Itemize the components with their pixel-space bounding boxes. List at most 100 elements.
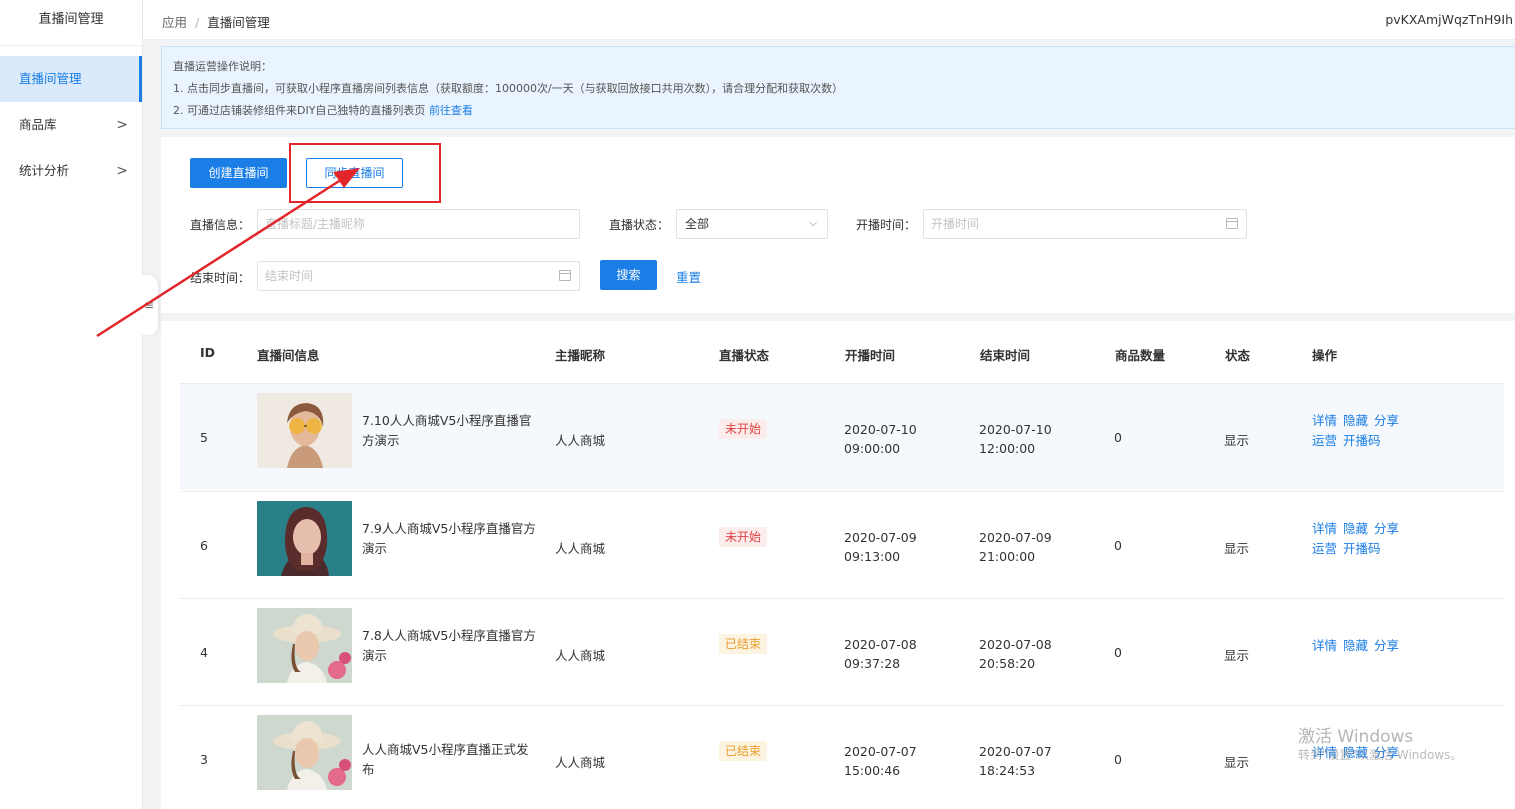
menu-icon: ≡ [143, 298, 155, 312]
operate-link[interactable]: 运营 [1312, 541, 1337, 556]
user-id[interactable]: pvKXAmjWqzTnH9Ih [1385, 12, 1513, 27]
room-cover-image [257, 715, 352, 790]
detail-link[interactable]: 详情 [1312, 638, 1337, 653]
breadcrumb-separator: / [195, 15, 200, 30]
operate-link[interactable]: 运营 [1312, 433, 1337, 448]
cell-id: 4 [200, 645, 208, 660]
view-link[interactable]: 前往查看 [429, 104, 473, 117]
cell-anchor: 人人商城 [555, 755, 606, 770]
room-title: 7.8人人商城V5小程序直播官方演示 [362, 628, 536, 663]
end-clock: 12:00:00 [979, 441, 1036, 456]
end-time-input[interactable] [257, 261, 580, 291]
room-title: 人人商城V5小程序直播正式发布 [362, 742, 529, 777]
hide-link[interactable]: 隐藏 [1343, 521, 1368, 536]
sidebar-item-label: 直播间管理 [19, 71, 82, 86]
cell-start-time: 2020-07-07 15:00:46 [844, 742, 917, 780]
cell-goods-count: 0 [1114, 645, 1122, 660]
live-code-link[interactable]: 开播码 [1343, 433, 1381, 448]
cell-goods-count: 0 [1114, 430, 1122, 445]
sidebar: 直播间管理 直播间管理 商品库 > 统计分析 > [0, 0, 143, 809]
cell-goods-count: 0 [1114, 538, 1122, 553]
share-link[interactable]: 分享 [1374, 745, 1399, 760]
status-badge: 已结束 [719, 741, 768, 761]
status-badge: 已结束 [719, 634, 768, 654]
room-cover-image [257, 393, 352, 468]
room-cover-image [257, 501, 352, 576]
end-date: 2020-07-08 [979, 637, 1052, 652]
detail-link[interactable]: 详情 [1312, 745, 1337, 760]
chevron-down-icon: ⌵ [809, 218, 817, 229]
row-actions: 详情 隐藏 分享 运营 开播码 [1312, 411, 1405, 451]
share-link[interactable]: 分享 [1374, 413, 1399, 428]
live-info-label: 直播信息： [190, 218, 251, 232]
create-live-room-button[interactable]: 创建直播间 [190, 158, 287, 188]
notice-line-2-text: 2. 可通过店铺装修组件来DIY自己独特的直播列表页 [173, 104, 426, 117]
cell-end-time: 2020-07-09 21:00:00 [979, 528, 1052, 566]
status-badge: 未开始 [719, 419, 768, 439]
detail-link[interactable]: 详情 [1312, 521, 1337, 536]
annotation-highlight-box [289, 143, 441, 203]
cell-state: 显示 [1224, 648, 1250, 663]
column-header-state: 状态 [1225, 348, 1251, 363]
row-actions: 详情 隐藏 分享 [1312, 743, 1405, 763]
share-link[interactable]: 分享 [1374, 638, 1399, 653]
operation-notice: 直播运营操作说明： 1. 点击同步直播间，可获取小程序直播房间列表信息（获取额度… [161, 46, 1515, 129]
row-actions: 详情 隐藏 分享 运营 开播码 [1312, 519, 1405, 559]
cell-state: 显示 [1224, 433, 1250, 448]
cell-end-time: 2020-07-08 20:58:20 [979, 635, 1052, 673]
notice-line-2: 2. 可通过店铺装修组件来DIY自己独特的直播列表页 前往查看 [173, 100, 1509, 122]
breadcrumb: 应用 / 直播间管理 [162, 12, 270, 31]
hide-link[interactable]: 隐藏 [1343, 413, 1368, 428]
end-clock: 21:00:00 [979, 549, 1036, 564]
column-header-live-status: 直播状态 [719, 348, 770, 363]
status-badge: 未开始 [719, 527, 768, 547]
live-room-table: ID 直播间信息 主播昵称 直播状态 开播时间 结束时间 商品数量 状态 操作 … [161, 321, 1515, 809]
start-date: 2020-07-07 [844, 744, 917, 759]
notice-line-1: 1. 点击同步直播间，可获取小程序直播房间列表信息（获取额度：100000次/一… [173, 82, 844, 95]
cell-end-time: 2020-07-07 18:24:53 [979, 742, 1052, 780]
cell-anchor: 人人商城 [555, 433, 606, 448]
end-date: 2020-07-09 [979, 530, 1052, 545]
column-header-anchor: 主播昵称 [555, 348, 606, 363]
live-code-link[interactable]: 开播码 [1343, 541, 1381, 556]
sidebar-item-label: 统计分析 [19, 163, 70, 178]
breadcrumb-app[interactable]: 应用 [162, 15, 187, 30]
sidebar-collapse-handle[interactable]: ≡ [140, 275, 158, 335]
column-header-actions: 操作 [1312, 348, 1338, 363]
hide-link[interactable]: 隐藏 [1343, 638, 1368, 653]
column-header-id: ID [200, 345, 216, 360]
share-link[interactable]: 分享 [1374, 521, 1399, 536]
sidebar-item-live-room[interactable]: 直播间管理 [0, 56, 142, 102]
table-row: 6 7.9人人商城V5小程序直播官方演示 人人商城 未开始 2020-07-09… [180, 491, 1504, 598]
start-clock: 09:37:28 [844, 656, 901, 671]
column-header-end-time: 结束时间 [980, 348, 1031, 363]
live-info-input[interactable] [257, 209, 580, 239]
room-title: 7.9人人商城V5小程序直播官方演示 [362, 521, 536, 556]
sidebar-item-statistics[interactable]: 统计分析 > [0, 148, 142, 194]
start-time-label: 开播时间： [856, 218, 917, 232]
start-date: 2020-07-08 [844, 637, 917, 652]
end-clock: 18:24:53 [979, 763, 1036, 778]
cell-id: 3 [200, 752, 208, 767]
room-title: 7.10人人商城V5小程序直播官方演示 [362, 413, 532, 448]
detail-link[interactable]: 详情 [1312, 413, 1337, 428]
end-time-label: 结束时间： [190, 271, 251, 285]
sidebar-item-label: 商品库 [19, 117, 57, 132]
start-time-input[interactable] [923, 209, 1247, 239]
cell-start-time: 2020-07-09 09:13:00 [844, 528, 917, 566]
hide-link[interactable]: 隐藏 [1343, 745, 1368, 760]
start-clock: 15:00:46 [844, 763, 901, 778]
calendar-icon [559, 270, 571, 281]
row-actions: 详情 隐藏 分享 [1312, 636, 1405, 656]
reset-button[interactable]: 重置 [676, 267, 701, 286]
live-status-value: 全部 [685, 217, 710, 231]
breadcrumb-current: 直播间管理 [207, 15, 270, 30]
notice-title: 直播运营操作说明： [173, 60, 272, 73]
live-status-select[interactable]: 全部 ⌵ [676, 209, 828, 239]
cell-start-time: 2020-07-10 09:00:00 [844, 420, 917, 458]
cell-anchor: 人人商城 [555, 541, 606, 556]
search-button[interactable]: 搜索 [600, 260, 657, 290]
sidebar-item-goods-library[interactable]: 商品库 > [0, 102, 142, 148]
chevron-right-icon: > [116, 117, 128, 133]
column-header-goods-count: 商品数量 [1115, 348, 1166, 363]
